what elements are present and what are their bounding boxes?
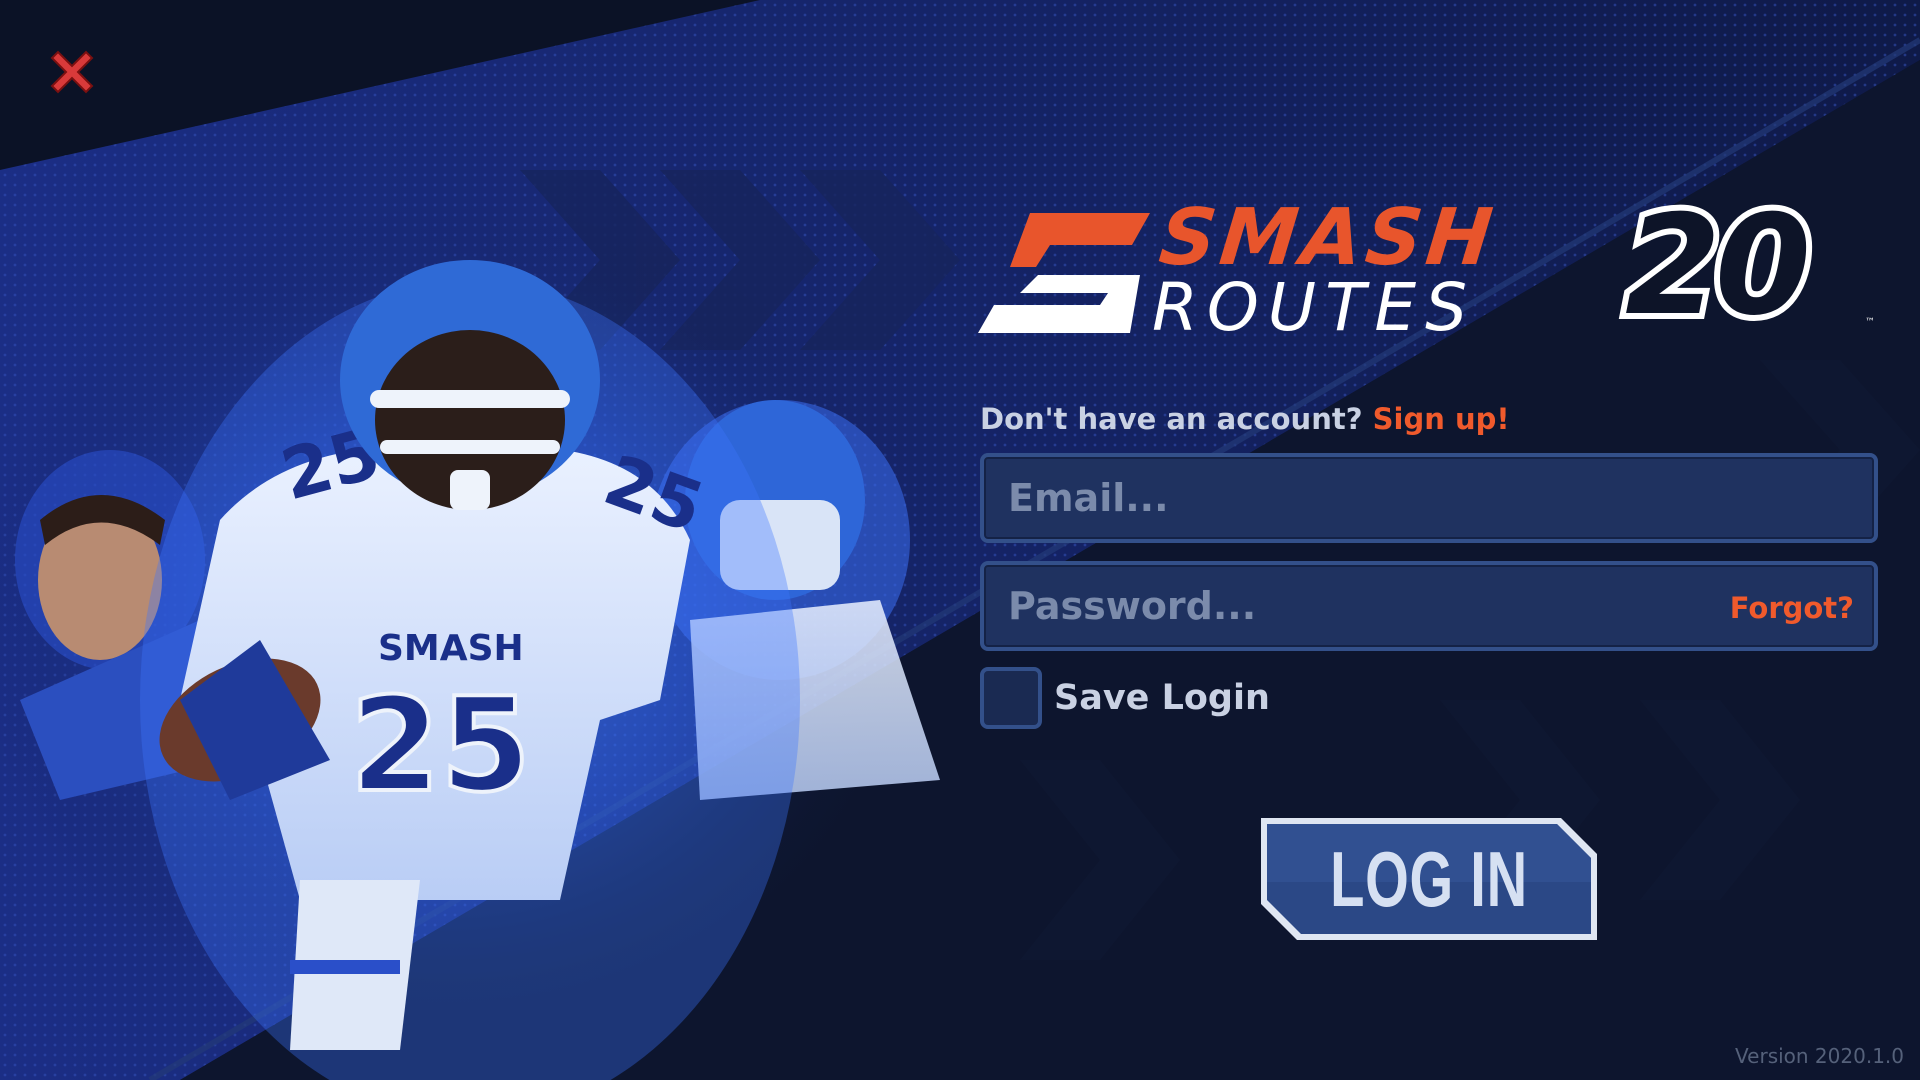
logo-routes-text: ROUTES [1152,269,1477,346]
signup-prompt-text: Don't have an account? [980,402,1363,436]
logo-smash-text: SMASH [1155,193,1501,283]
close-x-icon [50,50,94,94]
save-login-label: Save Login [1054,678,1270,718]
svg-text:SMASH: SMASH [378,628,524,669]
signup-link[interactable]: Sign up! [1373,402,1510,436]
game-logo: SMASH ROUTES 20 ™ [978,191,1880,341]
close-button[interactable] [44,44,100,100]
email-input[interactable] [984,457,1874,539]
svg-text:25: 25 [350,669,531,821]
logo-year-text: 20 [1619,185,1817,346]
email-field[interactable] [980,453,1878,543]
signup-prompt: Don't have an account? Sign up! [980,402,1510,436]
forgot-password-link[interactable]: Forgot? [1730,591,1854,625]
login-button[interactable]: LOG IN [1255,812,1603,946]
password-field[interactable]: Forgot? [980,561,1878,651]
version-label: Version 2020.1.0 [1735,1044,1904,1068]
save-login-toggle[interactable]: Save Login [980,667,1270,729]
login-button-label: LOG IN [1330,834,1528,923]
logo-trademark: ™ [1865,317,1875,328]
save-login-checkbox[interactable] [980,667,1042,729]
